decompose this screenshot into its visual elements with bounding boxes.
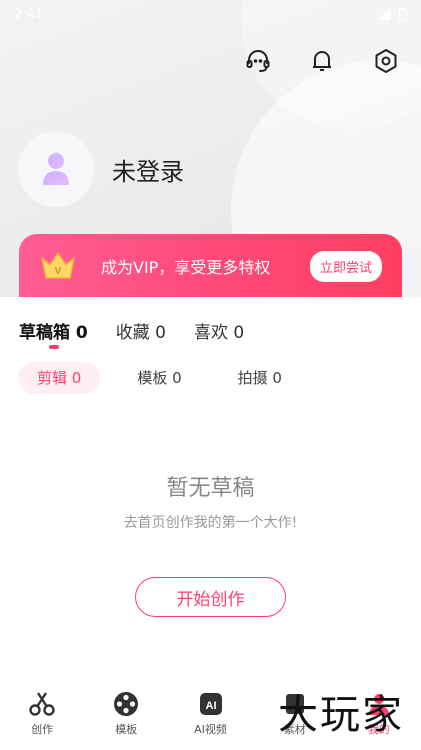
svg-text:AI: AI xyxy=(205,700,216,712)
draft-subtabs: 剪辑 0 模板 0 拍摄 0 xyxy=(18,362,301,394)
drafts-panel: 草稿箱 0 收藏 0 喜欢 0 剪辑 0 模板 0 拍摄 0 暂无草稿 去首页创… xyxy=(0,297,421,681)
subtab-shoot[interactable]: 拍摄 0 xyxy=(219,362,301,394)
empty-state-subtitle: 去首页创作我的第一个大作! xyxy=(123,515,298,531)
status-bar: 2:41 xyxy=(0,0,421,28)
tab-drafts[interactable]: 草稿箱 0 xyxy=(19,318,88,343)
login-status-text[interactable]: 未登录 xyxy=(112,152,184,187)
ai-icon: AI xyxy=(199,693,222,715)
tab-active-indicator xyxy=(49,345,59,349)
scissors-icon xyxy=(29,692,55,716)
vip-promo-text: 成为VIP，享受更多特权 xyxy=(101,258,271,277)
svg-text:V: V xyxy=(55,266,62,277)
vip-banner[interactable]: V 成为VIP，享受更多特权 立即尝试 xyxy=(19,234,402,298)
nav-item-create[interactable]: 创作 xyxy=(0,682,84,750)
headset-icon[interactable] xyxy=(241,44,275,78)
status-time: 2:41 xyxy=(14,6,44,22)
signal-icon xyxy=(377,8,391,20)
subtab-template[interactable]: 模板 0 xyxy=(118,362,200,394)
settings-icon[interactable] xyxy=(369,44,403,78)
nav-item-template[interactable]: 模板 xyxy=(84,682,168,750)
bell-icon[interactable] xyxy=(305,44,339,78)
subtab-edit[interactable]: 剪辑 0 xyxy=(18,362,101,394)
nav-item-ai-video[interactable]: AI AI视频 xyxy=(168,682,252,750)
vip-crown-icon: V xyxy=(41,252,75,279)
profile-section[interactable]: 未登录 xyxy=(18,131,184,207)
nav-label-create: 创作 xyxy=(31,723,54,736)
header-actions xyxy=(241,44,403,78)
status-icons xyxy=(377,7,407,21)
watermark-logo: 大玩家 xyxy=(278,692,404,738)
battery-icon xyxy=(399,7,407,21)
nav-label-ai-video: AI视频 xyxy=(194,723,227,736)
avatar[interactable] xyxy=(18,131,94,207)
content-tabs: 草稿箱 0 收藏 0 喜欢 0 xyxy=(19,318,244,343)
empty-state-title: 暂无草稿 xyxy=(166,476,255,501)
film-reel-icon xyxy=(114,692,139,716)
vip-try-button[interactable]: 立即尝试 xyxy=(309,250,382,282)
nav-label-template: 模板 xyxy=(115,723,138,736)
tab-likes[interactable]: 喜欢 0 xyxy=(194,318,244,343)
user-avatar-icon xyxy=(43,153,69,185)
start-creating-button[interactable]: 开始创作 xyxy=(135,577,286,617)
tab-favorites[interactable]: 收藏 0 xyxy=(116,318,166,343)
